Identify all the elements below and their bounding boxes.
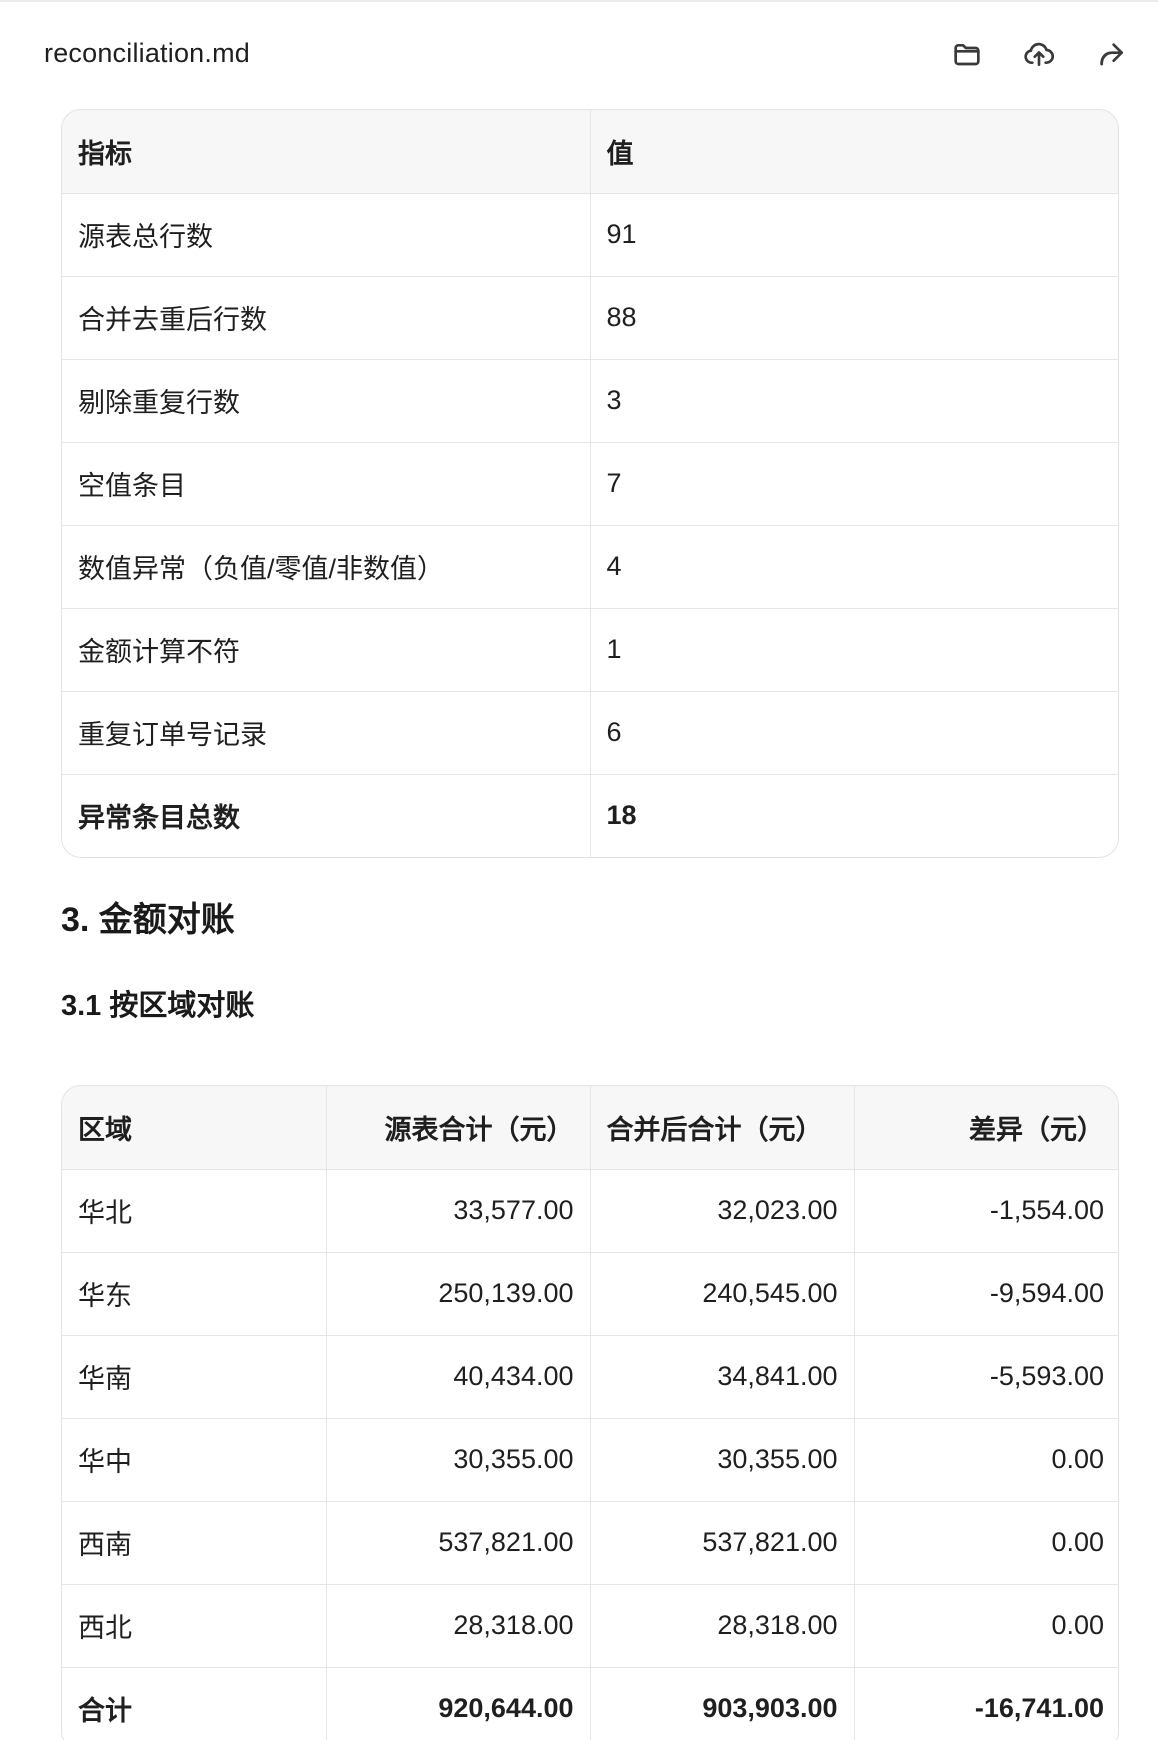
section-heading: 3. 金额对账 <box>61 901 235 939</box>
metric-value: 7 <box>590 442 1118 526</box>
metric-name: 剔除重复行数 <box>62 359 591 443</box>
column-header: 值 <box>590 110 1118 194</box>
folder-icon <box>954 44 980 66</box>
difference-cell: -1,554.00 <box>854 1169 1118 1253</box>
difference-cell: -9,594.00 <box>854 1252 1118 1336</box>
table-total-row: 合计 920,644.00 903,903.00 -16,741.00 <box>62 1667 1118 1740</box>
metric-value: 6 <box>590 691 1118 775</box>
region-cell: 华南 <box>62 1335 327 1419</box>
column-header: 合并后合计（元） <box>590 1086 855 1170</box>
metric-name: 数值异常（负值/零值/非数值） <box>62 525 591 609</box>
upload-icon <box>1024 42 1055 66</box>
metric-value: 3 <box>590 359 1118 443</box>
merged-total-cell: 28,318.00 <box>590 1584 855 1668</box>
difference-cell: -16,741.00 <box>974 1693 1104 1724</box>
region-cell: 西南 <box>62 1501 327 1585</box>
region-cell: 合计 <box>62 1667 327 1740</box>
merged-total-cell: 34,841.00 <box>590 1335 855 1419</box>
difference-cell: -5,593.00 <box>854 1335 1118 1419</box>
metric-name: 源表总行数 <box>62 193 591 277</box>
region-cell: 华中 <box>62 1418 327 1502</box>
source-total-cell: 250,139.00 <box>326 1252 591 1336</box>
subsection-heading: 3.1 按区域对账 <box>61 990 255 1022</box>
difference-cell: 0.00 <box>854 1584 1118 1668</box>
open-folder-button[interactable] <box>942 34 992 74</box>
table-row: 数值异常（负值/零值/非数值） 4 <box>62 525 1118 609</box>
metric-value: 18 <box>606 800 637 831</box>
table-row: 华东 250,139.00 240,545.00 -9,594.00 <box>62 1252 1118 1336</box>
metrics-table: 指标 值 源表总行数 91 合并去重后行数 88 剔除重复行数 3 空值条目 7… <box>61 109 1119 858</box>
table-row: 源表总行数 91 <box>62 193 1118 277</box>
metric-value: 91 <box>590 193 1118 277</box>
metric-name: 金额计算不符 <box>62 608 591 692</box>
upload-button[interactable] <box>1014 34 1064 74</box>
region-reconciliation-table: 区域 源表合计（元） 合并后合计（元） 差异（元） 华北 33,577.00 3… <box>61 1085 1119 1740</box>
merged-total-cell: 30,355.00 <box>590 1418 855 1502</box>
column-header: 源表合计（元） <box>326 1086 591 1170</box>
table-row: 华中 30,355.00 30,355.00 0.00 <box>62 1418 1118 1502</box>
source-total-cell: 30,355.00 <box>326 1418 591 1502</box>
source-total-cell: 28,318.00 <box>326 1584 591 1668</box>
source-total-cell: 537,821.00 <box>326 1501 591 1585</box>
source-total-cell: 920,644.00 <box>326 1667 591 1740</box>
column-header: 差异（元） <box>854 1086 1118 1170</box>
markdown-content: 指标 值 源表总行数 91 合并去重后行数 88 剔除重复行数 3 空值条目 7… <box>61 109 1119 1740</box>
table-row: 华南 40,434.00 34,841.00 -5,593.00 <box>62 1335 1118 1419</box>
metric-name: 空值条目 <box>62 442 591 526</box>
merged-total-cell: 903,903.00 <box>590 1667 855 1740</box>
share-icon <box>1100 43 1123 66</box>
table-row: 合并去重后行数 88 <box>62 276 1118 360</box>
source-total-cell: 33,577.00 <box>326 1169 591 1253</box>
metric-value: 1 <box>590 608 1118 692</box>
document-viewer: reconciliation.md 指标 值 源表总行数 91 合并去重后行数 … <box>0 0 1158 1740</box>
share-button[interactable] <box>1086 34 1136 74</box>
merged-total-cell: 537,821.00 <box>590 1501 855 1585</box>
region-cell: 西北 <box>62 1584 327 1668</box>
metric-name: 合并去重后行数 <box>62 276 591 360</box>
table-header-row: 区域 源表合计（元） 合并后合计（元） 差异（元） <box>62 1086 1118 1170</box>
table-header-row: 指标 值 <box>62 110 1118 194</box>
header-actions <box>942 34 1136 74</box>
table-row: 金额计算不符 1 <box>62 608 1118 692</box>
source-total-cell: 40,434.00 <box>326 1335 591 1419</box>
merged-total-cell: 32,023.00 <box>590 1169 855 1253</box>
table-row: 空值条目 7 <box>62 442 1118 526</box>
region-cell: 华北 <box>62 1169 327 1253</box>
table-row: 西北 28,318.00 28,318.00 0.00 <box>62 1584 1118 1668</box>
metric-value: 4 <box>590 525 1118 609</box>
metric-value: 88 <box>590 276 1118 360</box>
difference-cell: 0.00 <box>854 1418 1118 1502</box>
table-row: 剔除重复行数 3 <box>62 359 1118 443</box>
file-title: reconciliation.md <box>44 38 250 68</box>
table-row: 华北 33,577.00 32,023.00 -1,554.00 <box>62 1169 1118 1253</box>
table-total-row: 异常条目总数 18 <box>62 774 1118 857</box>
column-header: 指标 <box>62 110 591 194</box>
viewer-header: reconciliation.md <box>0 2 1158 106</box>
metric-name: 异常条目总数 <box>62 774 591 857</box>
difference-cell: 0.00 <box>854 1501 1118 1585</box>
region-cell: 华东 <box>62 1252 327 1336</box>
column-header: 区域 <box>62 1086 327 1170</box>
table-row: 重复订单号记录 6 <box>62 691 1118 775</box>
merged-total-cell: 240,545.00 <box>590 1252 855 1336</box>
metric-name: 重复订单号记录 <box>62 691 591 775</box>
table-row: 西南 537,821.00 537,821.00 0.00 <box>62 1501 1118 1585</box>
